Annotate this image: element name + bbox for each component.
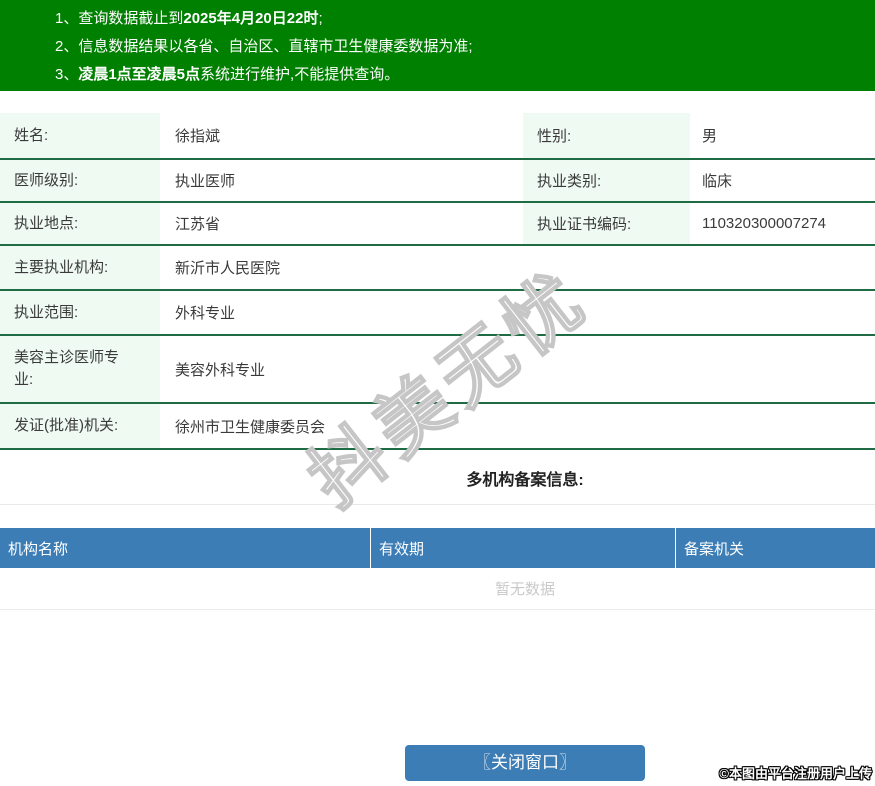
table-row: 发证(批准)机关: 徐州市卫生健康委员会 — [0, 404, 875, 450]
issuing-authority-label: 发证(批准)机关: — [0, 404, 160, 448]
table-row: 执业范围: 外科专业 — [0, 291, 875, 336]
filing-empty-row: 暂无数据 — [0, 568, 875, 610]
certificate-number-label: 执业证书编码: — [523, 203, 690, 244]
practice-location-label: 执业地点: — [0, 203, 160, 244]
table-row: 执业地点: 江苏省 执业证书编码: 110320300007274 — [0, 203, 875, 246]
notice-line-3: 3、凌晨1点至凌晨5点系统进行维护,不能提供查询。 — [55, 66, 400, 83]
gender-label: 性别: — [523, 113, 690, 158]
cosmetic-specialty-label: 美容主诊医师专业: — [0, 336, 160, 402]
practice-scope-value: 外科专业 — [175, 305, 236, 322]
notice-banner: 1、查询数据截止到2025年4月20日22时; 2、信息数据结果以各省、自治区、… — [0, 0, 875, 91]
main-institution-label: 主要执业机构: — [0, 246, 160, 289]
column-header-institution-name: 机构名称 — [0, 528, 371, 568]
multi-institution-filing-title: 多机构备案信息: — [466, 472, 584, 489]
close-window-button[interactable]: 〖关闭窗口〗 — [405, 745, 645, 781]
cosmetic-specialty-value: 美容外科专业 — [175, 361, 266, 379]
doctor-level-value: 执业医师 — [175, 173, 236, 190]
credit-watermark: ©本图由平台注册用户上传 — [719, 766, 872, 781]
notice-line-1-bold: 2025年4月20日22时 — [183, 10, 319, 27]
table-row: 主要执业机构: 新沂市人民医院 — [0, 246, 875, 291]
notice-line-1: 1、查询数据截止到2025年4月20日22时; — [55, 10, 323, 27]
section-divider — [0, 504, 875, 505]
notice-line-3-bold: 凌晨1点至凌晨5点 — [78, 66, 201, 83]
issuing-authority-value: 徐州市卫生健康委员会 — [175, 418, 326, 436]
column-header-filing-authority: 备案机关 — [684, 540, 745, 558]
name-value: 徐指斌 — [175, 128, 221, 145]
practice-category-label: 执业类别: — [523, 160, 690, 201]
practice-category-value: 临床 — [702, 173, 733, 190]
name-label: 姓名: — [0, 113, 160, 158]
main-institution-value: 新沂市人民医院 — [175, 260, 281, 277]
notice-line-2: 2、信息数据结果以各省、自治区、直辖市卫生健康委数据为准; — [55, 38, 473, 55]
gender-value: 男 — [702, 128, 718, 145]
column-header-validity-period: 有效期 — [371, 528, 676, 568]
filing-table-header: 机构名称 有效期 备案机关 — [0, 528, 875, 568]
doctor-level-label: 医师级别: — [0, 160, 160, 201]
table-row: 姓名: 徐指斌 性别: 男 — [0, 113, 875, 160]
no-data-text: 暂无数据 — [494, 581, 555, 598]
practice-location-value: 江苏省 — [175, 216, 221, 233]
practitioner-info-table: 姓名: 徐指斌 性别: 男 医师级别: 执业医师 执业类别: 临床 执业地点: … — [0, 113, 875, 450]
table-row: 美容主诊医师专业: 美容外科专业 — [0, 336, 875, 404]
certificate-number-value: 110320300007274 — [702, 215, 827, 232]
practice-scope-label: 执业范围: — [0, 291, 160, 334]
table-row: 医师级别: 执业医师 执业类别: 临床 — [0, 160, 875, 203]
